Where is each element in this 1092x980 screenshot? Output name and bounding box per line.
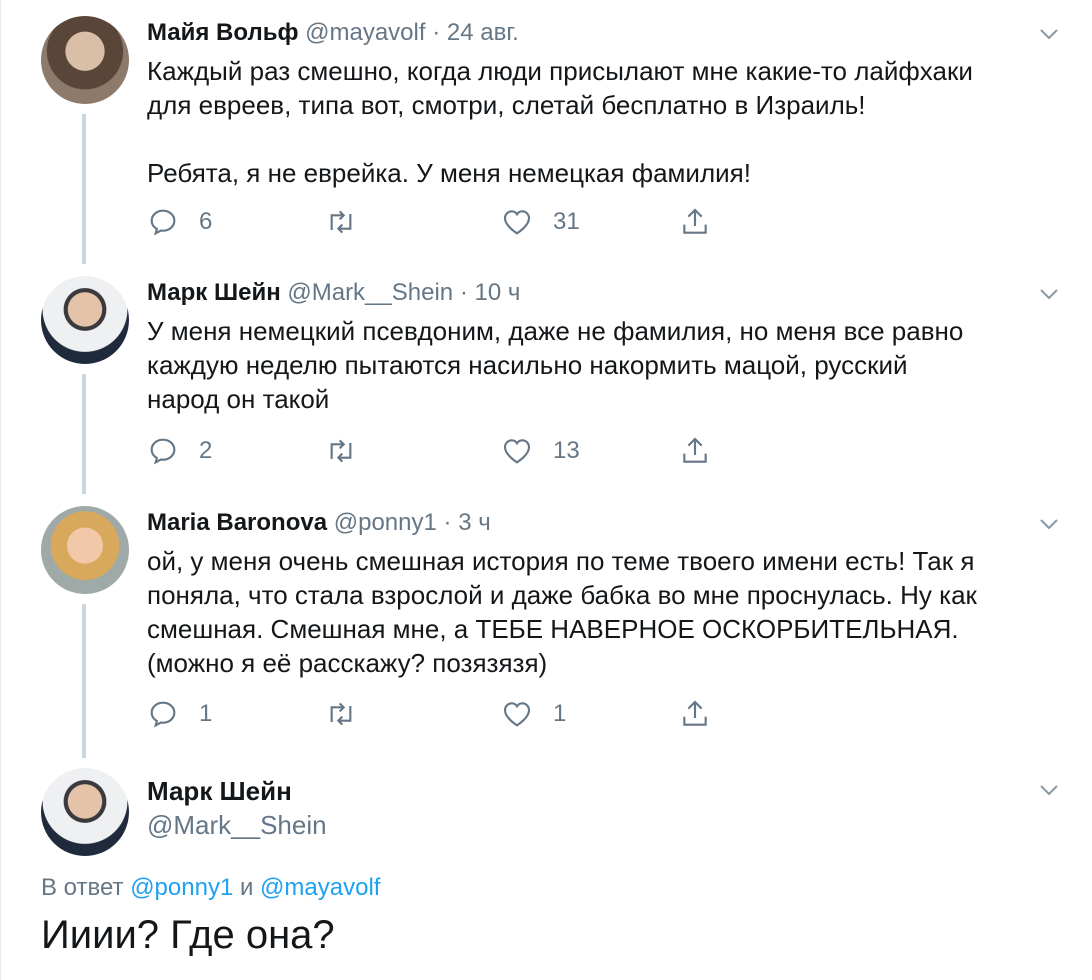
timestamp[interactable]: 3 ч	[458, 509, 491, 536]
tweet-subheader: @Mark__Shein	[147, 810, 327, 840]
chevron-down-icon[interactable]	[1037, 778, 1061, 802]
like-count: 31	[553, 208, 580, 235]
thread-line	[82, 604, 86, 758]
retweet-button[interactable]	[325, 434, 377, 468]
heart-icon	[503, 439, 531, 464]
tweet-header: Марк Шейн @Mark__Shein · 10 ч	[147, 278, 520, 308]
author-name[interactable]: Maria Baronova	[147, 509, 327, 536]
share-button[interactable]	[679, 434, 711, 468]
like-button[interactable]: 1	[501, 697, 566, 731]
author-handle[interactable]: @Mark__Shein	[287, 279, 453, 306]
author-handle[interactable]: @Mark__Shein	[147, 810, 327, 840]
separator: ·	[443, 509, 452, 536]
avatar[interactable]	[41, 16, 129, 104]
mention-link[interactable]: @mayavolf	[260, 874, 380, 901]
share-icon	[683, 437, 707, 463]
chevron-down-icon[interactable]	[1037, 512, 1061, 536]
author-name[interactable]: Майя Вольф	[147, 19, 298, 46]
author-handle[interactable]: @mayavolf	[305, 19, 425, 46]
separator: ·	[432, 19, 441, 46]
tweet-text: ой, у меня очень смешная история по теме…	[147, 546, 977, 678]
heart-icon	[503, 210, 531, 235]
tweet-header: Майя Вольф @mayavolf · 24 авг.	[147, 18, 519, 48]
reply-prefix: В ответ	[41, 874, 124, 901]
avatar[interactable]	[41, 768, 129, 856]
avatar[interactable]	[41, 506, 129, 594]
author-handle[interactable]: @ponny1	[334, 509, 437, 536]
reply-icon	[150, 438, 176, 465]
tweet-actions: 1 1	[147, 697, 747, 731]
reply-context: В ответ @ponny1 и @mayavolf	[41, 874, 380, 902]
reply-button[interactable]: 1	[147, 697, 212, 731]
tweet-actions: 2 13	[147, 434, 747, 468]
timeline: Майя Вольф @mayavolf · 24 авг. Каждый ра…	[0, 0, 1092, 980]
timestamp[interactable]: 10 ч	[474, 279, 520, 306]
reply-icon	[150, 701, 176, 728]
retweet-button[interactable]	[325, 697, 377, 731]
thread-line	[82, 374, 86, 494]
mention-link[interactable]: @ponny1	[130, 874, 233, 901]
heart-icon	[503, 702, 531, 727]
retweet-icon	[330, 439, 352, 463]
reply-count: 6	[199, 208, 213, 235]
retweet-icon	[330, 210, 352, 234]
tweet-header: Maria Baronova @ponny1 · 3 ч	[147, 508, 491, 538]
reply-button[interactable]: 6	[147, 205, 212, 239]
tweet[interactable]: Марк Шейн @Mark__Shein · 10 ч У меня нем…	[1, 260, 1092, 494]
retweet-icon	[330, 702, 352, 726]
author-name[interactable]: Марк Шейн	[147, 279, 281, 306]
focused-tweet-text: Ииии? Где она?	[41, 913, 335, 957]
tweet[interactable]: Майя Вольф @mayavolf · 24 авг. Каждый ра…	[1, 0, 1092, 264]
share-button[interactable]	[679, 697, 711, 731]
timestamp[interactable]: 24 авг.	[447, 19, 519, 46]
share-icon	[683, 700, 707, 726]
tweet-actions: 6 31	[147, 205, 747, 239]
author-name[interactable]: Марк Шейн	[147, 776, 292, 806]
thread-line	[82, 114, 86, 264]
like-count: 1	[553, 700, 567, 727]
reply-count: 2	[199, 437, 213, 464]
tweet-header: Марк Шейн	[147, 776, 292, 806]
tweet-text: У меня немецкий псевдоним, даже не фамил…	[147, 316, 964, 414]
avatar[interactable]	[41, 276, 129, 364]
separator: ·	[459, 279, 468, 306]
reply-icon	[150, 209, 176, 236]
share-icon	[683, 208, 707, 234]
tweet-text: Каждый раз смешно, когда люди присылают …	[147, 56, 973, 188]
retweet-button[interactable]	[325, 205, 377, 239]
like-button[interactable]: 13	[501, 434, 580, 468]
like-button[interactable]: 31	[501, 205, 580, 239]
chevron-down-icon[interactable]	[1037, 282, 1061, 306]
chevron-down-icon[interactable]	[1037, 22, 1061, 46]
reply-conjunction: и	[239, 874, 254, 901]
tweet[interactable]: Maria Baronova @ponny1 · 3 ч ой, у меня …	[1, 490, 1092, 758]
share-button[interactable]	[679, 205, 711, 239]
like-count: 13	[553, 437, 580, 464]
reply-button[interactable]: 2	[147, 434, 212, 468]
reply-count: 1	[199, 700, 213, 727]
